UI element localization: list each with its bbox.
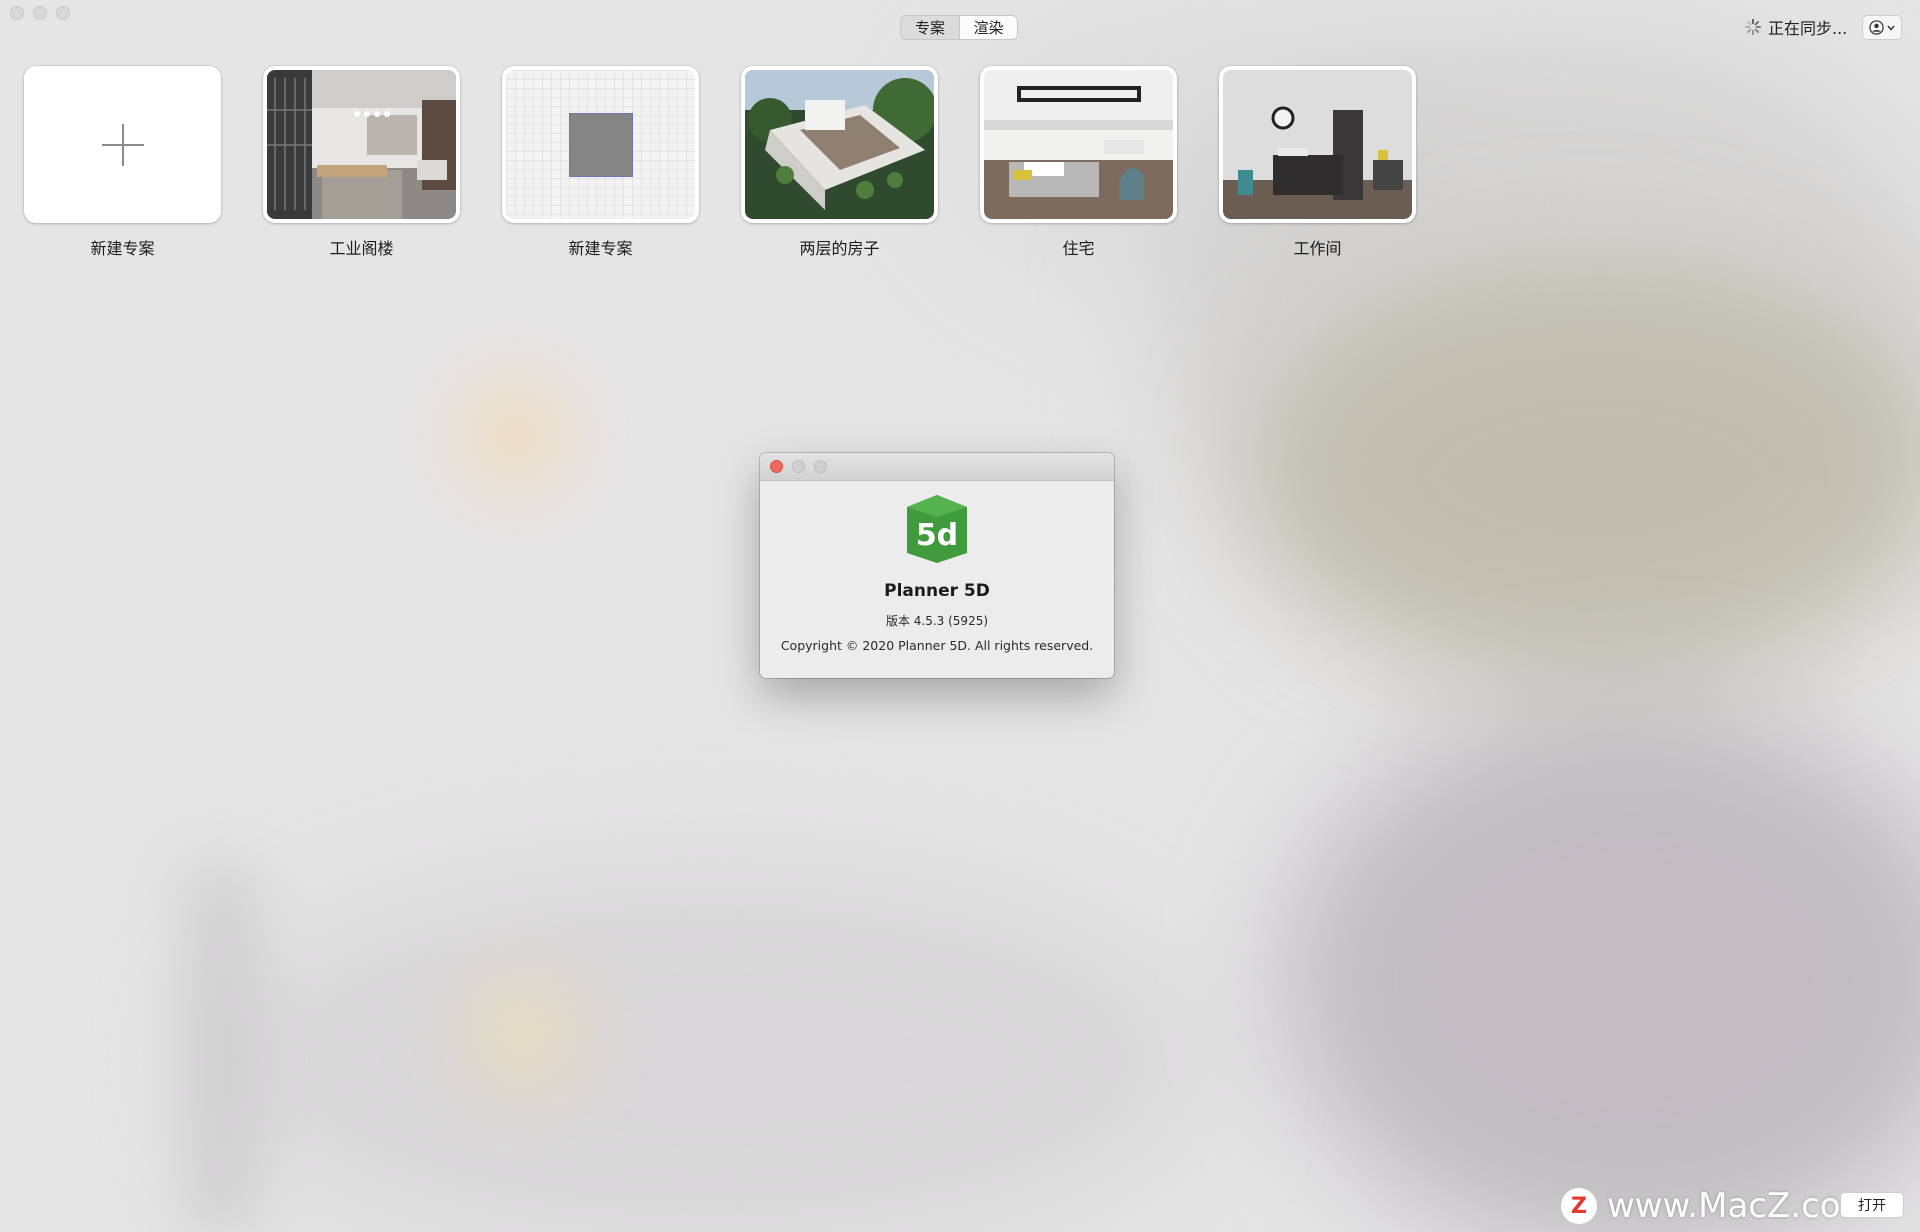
chevron-down-icon	[1887, 25, 1895, 31]
two-story-house-render	[745, 70, 934, 219]
app-logo-icon: 5d	[901, 493, 973, 569]
app-version: 版本 4.5.3 (5925)	[885, 614, 989, 628]
project-gallery: 新建专案 工业阁楼 新建专案 两层的房子 住宅 工作间	[24, 66, 1416, 259]
project-thumbnail[interactable]	[741, 66, 938, 223]
project-two-story-house[interactable]: 两层的房子	[741, 66, 938, 259]
close-button[interactable]	[770, 460, 783, 473]
project-label: 工业阁楼	[329, 239, 394, 258]
open-button[interactable]: 打开	[1840, 1192, 1904, 1218]
blank-floorplan	[506, 70, 695, 219]
project-industrial-loft[interactable]: 工业阁楼	[263, 66, 460, 259]
watermark: Z www.MacZ.com	[1561, 1186, 1874, 1226]
account-menu-button[interactable]	[1862, 15, 1902, 40]
project-thumbnail[interactable]	[502, 66, 699, 223]
industrial-loft-render	[267, 70, 456, 219]
minimize-button	[792, 460, 805, 473]
watermark-logo: Z	[1561, 1188, 1597, 1224]
project-thumbnail[interactable]	[980, 66, 1177, 223]
view-switcher: 专案 渲染	[900, 15, 1018, 40]
tab-render[interactable]: 渲染	[959, 16, 1017, 39]
tab-projects[interactable]: 专案	[901, 16, 959, 39]
project-thumbnail[interactable]	[1219, 66, 1416, 223]
sync-status: 正在同步...	[1744, 15, 1847, 39]
workroom-render	[1223, 70, 1412, 219]
project-thumbnail[interactable]	[263, 66, 460, 223]
minimize-button[interactable]	[33, 6, 47, 20]
project-label: 新建专案	[90, 239, 155, 258]
project-workroom[interactable]: 工作间	[1219, 66, 1416, 259]
zoom-button	[814, 460, 827, 473]
project-new-2[interactable]: 新建专案	[502, 66, 699, 259]
logo-text: 5d	[916, 518, 958, 553]
project-label: 新建专案	[568, 239, 633, 258]
copyright-text: Copyright © 2020 Planner 5D. All rights …	[780, 638, 1094, 653]
project-new-1[interactable]: 新建专案	[24, 66, 221, 259]
sync-label: 正在同步...	[1768, 19, 1848, 38]
residence-render	[984, 70, 1173, 219]
project-label: 工作间	[1293, 239, 1342, 258]
close-button[interactable]	[10, 6, 24, 20]
about-dialog: 5d Planner 5D 版本 4.5.3 (5925) Copyright …	[760, 453, 1114, 678]
window-controls	[10, 6, 70, 20]
project-residence[interactable]: 住宅	[980, 66, 1177, 259]
watermark-text: www.MacZ.com	[1607, 1186, 1874, 1226]
app-name: Planner 5D	[884, 581, 990, 601]
dialog-titlebar	[760, 453, 1114, 481]
plus-icon	[101, 123, 144, 166]
zoom-button[interactable]	[56, 6, 70, 20]
project-label: 两层的房子	[799, 239, 880, 258]
user-icon	[1869, 20, 1884, 35]
project-label: 住宅	[1062, 239, 1095, 258]
project-thumbnail[interactable]	[24, 66, 221, 223]
spinner-icon	[1744, 18, 1762, 36]
